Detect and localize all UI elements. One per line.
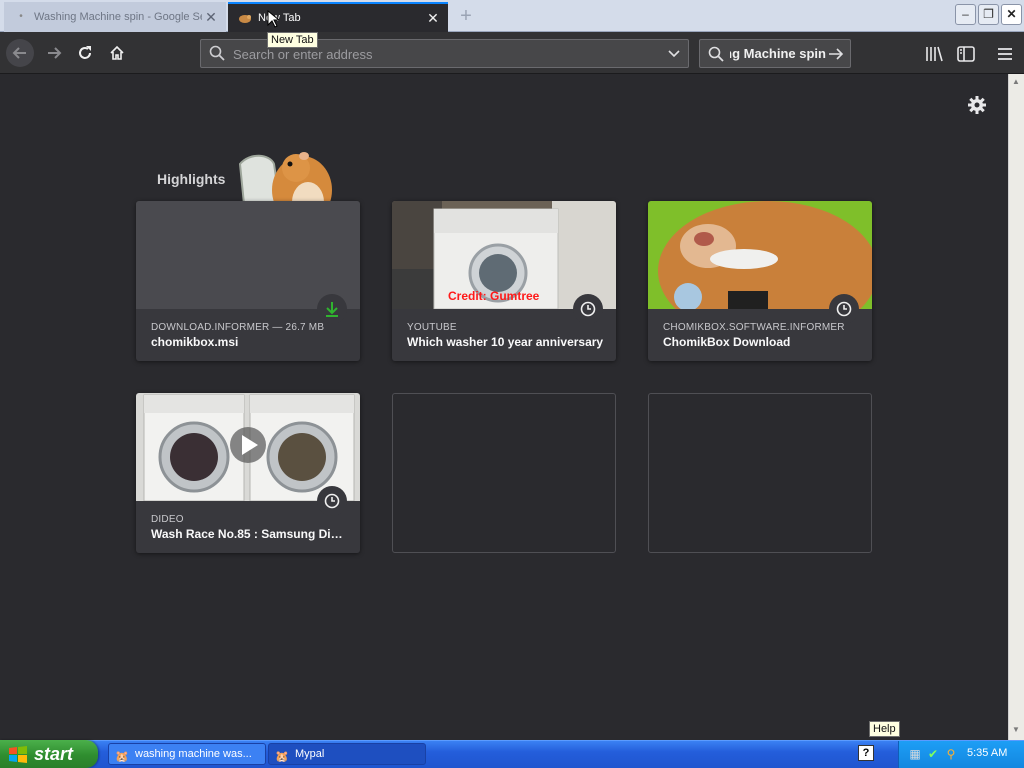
taskbar-item-label: washing machine was...: [135, 748, 252, 760]
highlight-card[interactable]: Credit: Gumtree YOUTUBE Which washer 10 …: [392, 201, 616, 361]
card-title: chomikbox.msi: [151, 335, 239, 349]
highlight-card[interactable]: DOWNLOAD.INFORMER — 26.7 MB chomikbox.ms…: [136, 201, 360, 361]
card-thumbnail-hamster-image: [648, 201, 872, 309]
highlight-card[interactable]: CHOMIKBOX.SOFTWARE.INFORMER ChomikBox Do…: [648, 201, 872, 361]
back-arrow-icon: [12, 47, 26, 59]
card-title: Which washer 10 year anniversary: [407, 335, 604, 349]
download-icon: [326, 302, 338, 317]
search-bar[interactable]: Washing Machine spin: [699, 39, 851, 68]
start-button[interactable]: start: [0, 740, 98, 768]
taskbar-item-browser-window[interactable]: 🐹 washing machine was...: [108, 743, 266, 765]
key-icon[interactable]: ⚲: [943, 746, 959, 762]
clock-badge: [317, 486, 347, 516]
card-source: DOWNLOAD.INFORMER — 26.7 MB: [151, 322, 325, 333]
vertical-scrollbar[interactable]: [1008, 74, 1024, 740]
clock-icon: [836, 301, 852, 317]
clock-icon: [580, 301, 596, 317]
clock-badge: [573, 294, 603, 324]
card-source: DIDEO: [151, 514, 184, 525]
search-icon: [209, 45, 225, 61]
taskbar-item-label: Mypal: [295, 748, 325, 760]
windows-logo-icon: [9, 746, 27, 763]
forward-button[interactable]: [40, 39, 68, 67]
forward-arrow-icon: [48, 47, 62, 59]
highlight-card[interactable]: DIDEO Wash Race No.85 : Samsung Diamond …: [136, 393, 360, 553]
back-button[interactable]: [6, 39, 34, 67]
window-close-button[interactable]: ✕: [1001, 4, 1022, 25]
hamster-app-icon: 🐹: [115, 751, 129, 763]
scroll-down-arrow-icon[interactable]: ▼: [1008, 722, 1024, 738]
tab-title: New Tab: [258, 12, 301, 24]
card-source: CHOMIKBOX.SOFTWARE.INFORMER: [663, 322, 845, 333]
mouse-cursor-icon: [267, 10, 279, 28]
taskbar-clock[interactable]: 5:35 AM: [967, 747, 1007, 759]
chevron-down-icon[interactable]: [668, 47, 680, 59]
tab-tooltip: New Tab: [267, 32, 318, 48]
network-icon[interactable]: ▦: [907, 746, 923, 762]
card-title: ChomikBox Download: [663, 335, 791, 349]
taskbar-item-mypal[interactable]: 🐹 Mypal: [268, 743, 426, 765]
reload-icon: [79, 46, 91, 59]
window-maximize-button[interactable]: ❐: [978, 4, 999, 25]
library-icon[interactable]: [924, 44, 944, 64]
card-thumbnail-placeholder: [136, 201, 360, 309]
sidebar-toggle-icon[interactable]: [956, 44, 976, 64]
home-button[interactable]: [103, 39, 131, 67]
help-icon[interactable]: ?: [858, 745, 874, 761]
tab-close-icon[interactable]: ✕: [202, 9, 220, 26]
home-icon: [110, 45, 124, 60]
thumbnail-credit-caption: Credit: Gumtree: [448, 289, 540, 303]
tab-close-icon[interactable]: ✕: [424, 10, 442, 27]
start-label: start: [34, 744, 74, 764]
scroll-up-arrow-icon[interactable]: ▲: [1008, 74, 1024, 90]
empty-highlight-slot: [648, 393, 872, 553]
tab-loading-icon: •: [19, 11, 23, 22]
tab-new-tab[interactable]: New Tab ✕: [228, 2, 448, 32]
help-tooltip: Help: [869, 721, 900, 737]
search-icon: [708, 46, 724, 62]
card-thumbnail-washers-image: [136, 393, 360, 501]
search-go-arrow-icon[interactable]: [828, 46, 844, 62]
reload-button[interactable]: [71, 39, 99, 67]
section-title-highlights: Highlights: [157, 171, 226, 187]
clock-badge: [829, 294, 859, 324]
tab-google-search[interactable]: • Washing Machine spin - Google Search ✕: [4, 2, 226, 32]
hamburger-menu-icon[interactable]: [995, 44, 1015, 64]
card-source: YOUTUBE: [407, 322, 457, 333]
window-minimize-button[interactable]: –: [955, 4, 976, 25]
empty-highlight-slot: [392, 393, 616, 553]
tab-title: Washing Machine spin - Google Search: [34, 11, 202, 23]
checkmark-icon[interactable]: ✔: [925, 746, 941, 762]
search-input[interactable]: Washing Machine spin: [730, 46, 826, 61]
tab-bar: • Washing Machine spin - Google Search ✕…: [0, 0, 1024, 32]
hamster-app-icon: 🐹: [275, 751, 289, 763]
card-title: Wash Race No.85 : Samsung Diamond Drum: [151, 527, 349, 541]
gear-icon[interactable]: [966, 94, 988, 116]
clock-icon: [324, 493, 340, 509]
system-tray: ▦ ✔ ⚲ 5:35 AM: [898, 741, 1024, 768]
new-tab-button[interactable]: +: [454, 4, 478, 28]
tab-favicon-icon: [238, 12, 252, 24]
download-badge: [317, 294, 347, 324]
